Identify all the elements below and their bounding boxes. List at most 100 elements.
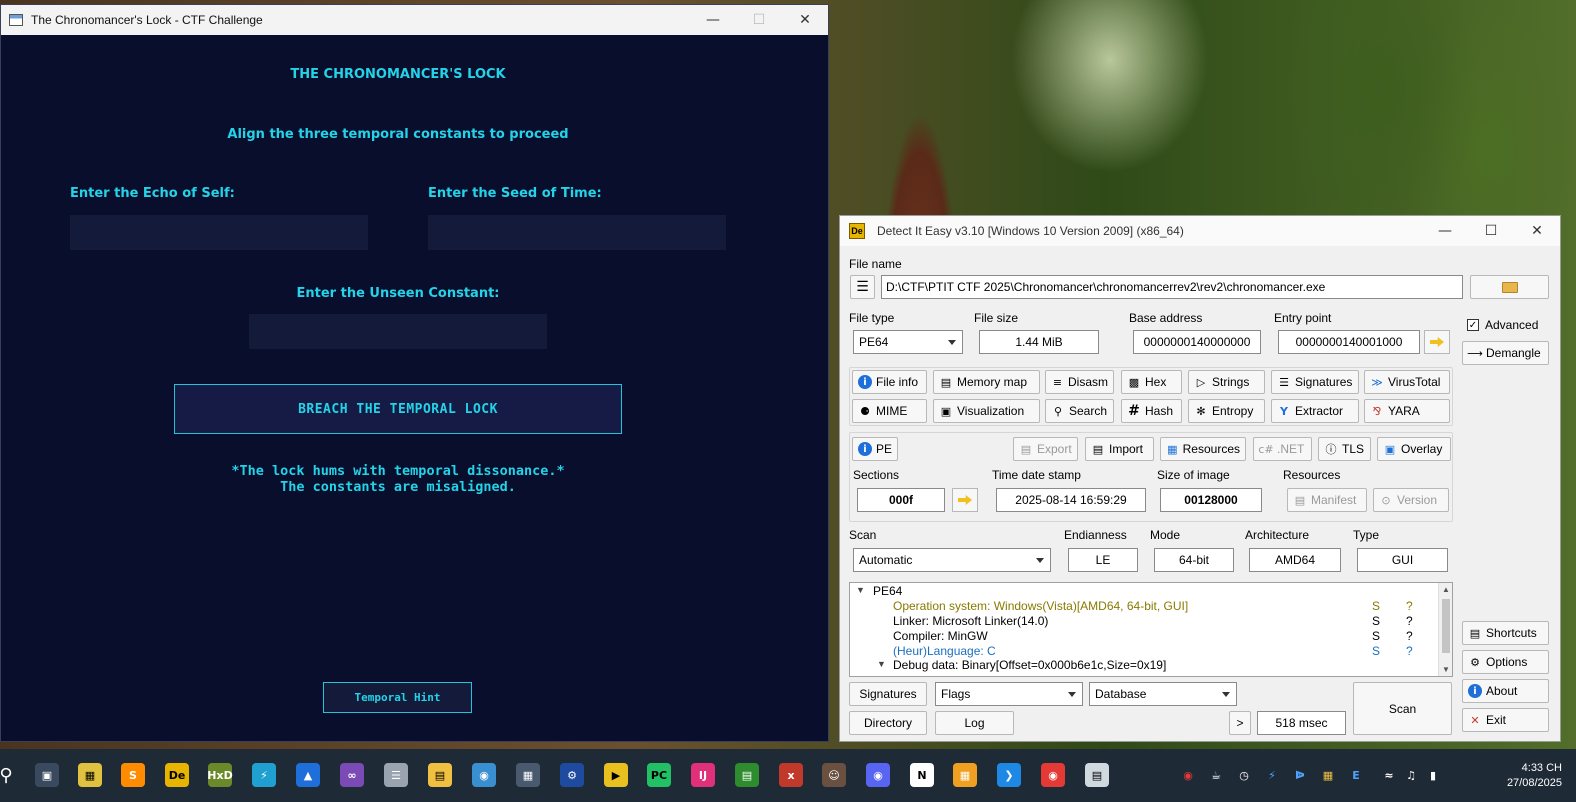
game-titlebar[interactable]: The Chronomancer's Lock - CTF Challenge … <box>1 5 828 35</box>
maximize-icon[interactable]: ☐ <box>1468 216 1514 246</box>
dnspy-icon[interactable]: ⚙ <box>560 763 584 787</box>
goto-sections-button[interactable] <box>952 488 978 512</box>
visualization-button[interactable]: ▣ Visualization <box>933 399 1040 423</box>
minimize-icon[interactable]: — <box>1422 216 1468 246</box>
options-button[interactable]: ⚙ Options <box>1462 650 1549 674</box>
visual-studio-icon[interactable]: ∞ <box>340 763 364 787</box>
scroll-down-icon[interactable]: ▼ <box>1442 665 1450 674</box>
file-type-select[interactable]: PE64 <box>853 330 963 354</box>
hex-button[interactable]: ▩ Hex <box>1121 370 1182 394</box>
lightning-icon[interactable]: ⚡ <box>252 763 276 787</box>
signatures-button[interactable]: Signatures <box>849 682 927 706</box>
log-button[interactable]: Log <box>935 711 1014 735</box>
version-button[interactable]: ⊙ Version <box>1373 488 1449 512</box>
extractor-button[interactable]: Y Extractor <box>1271 399 1359 423</box>
open-file-button[interactable] <box>1470 275 1549 299</box>
breach-button[interactable]: BREACH THE TEMPORAL LOCK <box>174 384 622 434</box>
globe-icon[interactable]: ◉ <box>472 763 496 787</box>
result-debug-row[interactable]: Debug data: Binary[Offset=0x000b6e1c,Siz… <box>893 658 1166 672</box>
clock[interactable]: 4:33 CH 27/08/2025 <box>1507 761 1562 791</box>
result-row[interactable]: Linker: Microsoft Linker(14.0) <box>893 614 1048 628</box>
more-button[interactable]: > <box>1229 711 1251 735</box>
hash-button[interactable]: # Hash <box>1121 399 1182 423</box>
result-root[interactable]: PE64 <box>873 584 902 598</box>
bluetooth-icon[interactable]: ᐉ <box>1288 763 1312 787</box>
tray-gallery-icon[interactable]: ▦ <box>1316 763 1340 787</box>
search-button[interactable]: ⚲ Search <box>1045 399 1114 423</box>
entropy-button[interactable]: ✻ Entropy <box>1188 399 1265 423</box>
windows-icon[interactable]: ▦ <box>516 763 540 787</box>
pe-button[interactable]: i PE <box>852 437 898 461</box>
tls-button[interactable]: ⓘ TLS <box>1318 437 1371 461</box>
demangle-button[interactable]: ⟶ Demangle <box>1462 341 1549 365</box>
vmware-player-icon[interactable]: ▶ <box>604 763 628 787</box>
scan-mode-select[interactable]: Automatic <box>853 548 1051 572</box>
virustotal-button[interactable]: ≫ VirusTotal <box>1364 370 1450 394</box>
echo-input[interactable] <box>70 215 368 250</box>
scrollbar-thumb[interactable] <box>1442 599 1450 653</box>
close-icon[interactable]: ✕ <box>1514 216 1560 246</box>
chrome-icon[interactable]: ◉ <box>1041 763 1065 787</box>
database-icon[interactable]: ☰ <box>384 763 408 787</box>
expand-icon[interactable]: ▼ <box>877 659 886 669</box>
results-scrollbar[interactable]: ▲ ▼ <box>1438 583 1452 676</box>
minimize-icon[interactable]: — <box>690 5 736 35</box>
scan-button[interactable]: Scan <box>1353 682 1452 735</box>
close-icon[interactable]: ✕ <box>782 5 828 35</box>
dotnet-button[interactable]: c# .NET <box>1253 437 1312 461</box>
manifest-button[interactable]: ▤ Manifest <box>1287 488 1367 512</box>
search-icon[interactable]: ⚲ <box>0 763 18 787</box>
seed-input[interactable] <box>428 215 726 250</box>
yara-button[interactable]: ⅋ YARA <box>1364 399 1450 423</box>
signatures-tool-button[interactable]: ☰ Signatures <box>1271 370 1359 394</box>
result-q-flag[interactable]: ? <box>1406 599 1413 613</box>
goto-entry-button[interactable] <box>1424 330 1450 354</box>
spreadsheet-icon[interactable]: ▤ <box>735 763 759 787</box>
advanced-checkbox[interactable]: ✓ Advanced <box>1462 313 1550 337</box>
result-q-flag[interactable]: ? <box>1406 629 1413 643</box>
flags-select[interactable]: Flags <box>935 682 1083 706</box>
notion-icon[interactable]: N <box>910 763 934 787</box>
battery-icon[interactable]: ▮ <box>1421 763 1445 787</box>
hint-button[interactable]: Temporal Hint <box>323 682 472 713</box>
import-button[interactable]: ▤ Import <box>1085 437 1154 461</box>
result-q-flag[interactable]: ? <box>1406 644 1413 658</box>
file-path-field[interactable]: D:\CTF\PTIT CTF 2025\Chronomancer\chrono… <box>881 275 1463 299</box>
scan-results-tree[interactable]: ▼ PE64 Operation system: Windows(Vista)[… <box>849 582 1453 677</box>
menu-button[interactable]: ☰ <box>850 275 875 299</box>
die-taskbar-icon[interactable]: De <box>165 763 189 787</box>
tray-app-icon[interactable]: ◉ <box>1176 763 1200 787</box>
hxd-icon[interactable]: HxD <box>207 763 233 787</box>
exit-button[interactable]: ✕ Exit <box>1462 708 1549 732</box>
result-row[interactable]: Operation system: Windows(Vista)[AMD64, … <box>893 599 1188 613</box>
tray-e-icon[interactable]: E <box>1344 763 1368 787</box>
export-button[interactable]: ▤ Export <box>1013 437 1078 461</box>
clock-icon[interactable]: ◷ <box>1232 763 1256 787</box>
app-window-taskbar-icon[interactable]: ▤ <box>1085 763 1109 787</box>
resources-button[interactable]: ▦ Resources <box>1160 437 1246 461</box>
wifi-icon[interactable]: ≈ <box>1377 763 1401 787</box>
mime-button[interactable]: ⚈ MIME <box>852 399 927 423</box>
scroll-up-icon[interactable]: ▲ <box>1442 585 1450 594</box>
strings-button[interactable]: ▷ Strings <box>1188 370 1265 394</box>
sublime-icon[interactable]: S <box>121 763 145 787</box>
tray-cup-icon[interactable]: ☕ <box>1204 763 1228 787</box>
app-gallery-icon[interactable]: ▦ <box>78 763 102 787</box>
expand-icon[interactable]: ▼ <box>856 585 865 595</box>
x64dbg-icon[interactable]: x <box>779 763 803 787</box>
result-row[interactable]: (Heur)Language: C <box>893 644 996 658</box>
die-titlebar[interactable]: De Detect It Easy v3.10 [Windows 10 Vers… <box>840 216 1560 246</box>
unseen-input[interactable] <box>249 314 547 349</box>
pycharm-icon[interactable]: PC <box>647 763 671 787</box>
result-row[interactable]: Compiler: MinGW <box>893 629 988 643</box>
intellij-icon[interactable]: IJ <box>691 763 715 787</box>
file-info-button[interactable]: i File info <box>852 370 927 394</box>
task-view-icon[interactable]: ▣ <box>35 763 59 787</box>
about-button[interactable]: i About <box>1462 679 1549 703</box>
shortcuts-button[interactable]: ▤ Shortcuts <box>1462 621 1549 645</box>
overlay-button[interactable]: ▣ Overlay <box>1377 437 1451 461</box>
wireshark-icon[interactable]: ▲ <box>296 763 320 787</box>
volume-icon[interactable]: ♫ <box>1399 763 1423 787</box>
network-icon[interactable]: ▦ <box>953 763 977 787</box>
discord-icon[interactable]: ◉ <box>866 763 890 787</box>
